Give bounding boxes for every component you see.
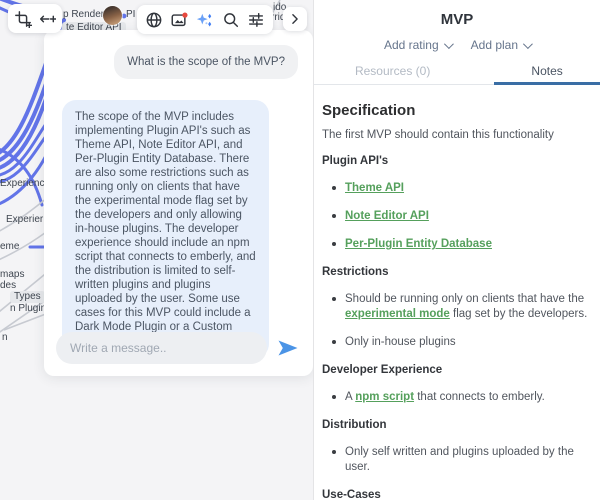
bullet-item: Only in-house plugins: [332, 335, 594, 350]
bullet-dot: [332, 242, 336, 246]
graph-node-label[interactable]: n: [2, 332, 8, 344]
doc-link[interactable]: Theme API: [345, 182, 404, 194]
chat-user-message: What is the scope of the MVP?: [114, 45, 298, 79]
doc-link[interactable]: Per-Plugin Entity Database: [345, 238, 492, 250]
user-avatar[interactable]: [103, 6, 122, 25]
tab-bar: Resources (0) Notes: [314, 60, 600, 85]
chat-assistant-message: The scope of the MVP includes implementi…: [62, 100, 269, 358]
bullet-item: Per-Plugin Entity Database: [332, 237, 594, 252]
chevron-down-icon: [522, 38, 533, 49]
search-icon[interactable]: [222, 11, 240, 29]
add-rating-dropdown[interactable]: Add rating: [383, 38, 454, 52]
tune-icon[interactable]: [247, 11, 265, 29]
bullet-text: Per-Plugin Entity Database: [345, 237, 492, 252]
toolbar-primary: [8, 4, 62, 33]
detail-panel: MVP Add rating Add plan Resources (0) No…: [313, 0, 600, 500]
graph-node-label[interactable]: eme: [0, 241, 19, 253]
graph-node-label[interactable]: n Plugin: [10, 303, 46, 315]
bullet-dot: [332, 450, 336, 454]
panel-actions: Add rating Add plan: [314, 38, 600, 52]
chat-panel: What is the scope of the MVP? The scope …: [44, 30, 313, 376]
graph-node-label[interactable]: Types: [10, 291, 45, 303]
add-plan-dropdown[interactable]: Add plan: [470, 38, 533, 52]
doc-link[interactable]: experimental mode: [345, 308, 450, 320]
bullet-dot: [332, 186, 336, 190]
bullet-dot: [332, 395, 336, 399]
section-title: Plugin API's: [322, 155, 389, 167]
bullet-item: Theme API: [332, 181, 594, 196]
section-title: Distribution: [322, 419, 387, 431]
doc-link[interactable]: npm script: [355, 391, 414, 403]
section-title: Use-Cases: [322, 489, 381, 500]
chevron-down-icon: [443, 38, 454, 49]
globe-icon[interactable]: [145, 11, 163, 29]
page-title: MVP: [440, 11, 474, 28]
bullet-dot: [332, 340, 336, 344]
graph-node-label[interactable]: Experier: [6, 214, 43, 226]
screenshot-icon[interactable]: [170, 11, 188, 29]
bullet-text: Note Editor API: [345, 209, 429, 224]
bullet-dot: [332, 214, 336, 218]
toolbar-secondary: [137, 5, 273, 34]
graph-node-label[interactable]: PI: [126, 9, 135, 21]
bullet-item: Only self written and plugins uploaded b…: [332, 445, 594, 475]
section-title: Restrictions: [322, 266, 389, 278]
arrow-add-icon[interactable]: [38, 10, 56, 28]
bullet-text: Theme API: [345, 181, 404, 196]
document-sections: Plugin API's Theme API Note Editor API Per-…: [322, 155, 594, 500]
graph-node-label[interactable]: Experienc: [0, 178, 44, 190]
document-intro: The first MVP should contain this functi…: [322, 129, 554, 141]
section-title: Developer Experience: [322, 364, 443, 376]
tab-resources[interactable]: Resources (0): [314, 60, 471, 85]
crop-add-icon[interactable]: [14, 10, 32, 28]
add-rating-label: Add rating: [383, 38, 439, 52]
document-heading: Specification: [322, 102, 416, 119]
notes-document: Specification The first MVP should conta…: [322, 94, 594, 500]
chevron-right-icon: [292, 14, 298, 24]
chat-input-row: [56, 332, 303, 364]
send-icon: [278, 340, 298, 356]
bullet-dot: [332, 297, 336, 301]
bullet-text: A npm script that connects to emberly.: [345, 391, 545, 403]
bullet-item: A npm script that connects to emberly.: [332, 390, 594, 405]
bullet-text: Only in-house plugins: [345, 336, 456, 348]
bullet-text: Only self written and plugins uploaded b…: [345, 446, 574, 473]
bullet-item: Note Editor API: [332, 209, 594, 224]
add-plan-label: Add plan: [470, 38, 519, 52]
sparkles-icon[interactable]: [196, 11, 214, 29]
expand-panel-button[interactable]: [283, 7, 307, 31]
message-input[interactable]: [56, 332, 267, 364]
doc-link[interactable]: Note Editor API: [345, 210, 429, 222]
send-button[interactable]: [277, 336, 303, 360]
tab-notes[interactable]: Notes: [494, 60, 600, 85]
graph-canvas[interactable]: p RenderePIte Editor APIUI OvidorridGlMa…: [0, 0, 313, 500]
bullet-item: Should be running only on clients that h…: [332, 292, 594, 322]
bullet-text: Should be running only on clients that h…: [345, 293, 588, 320]
